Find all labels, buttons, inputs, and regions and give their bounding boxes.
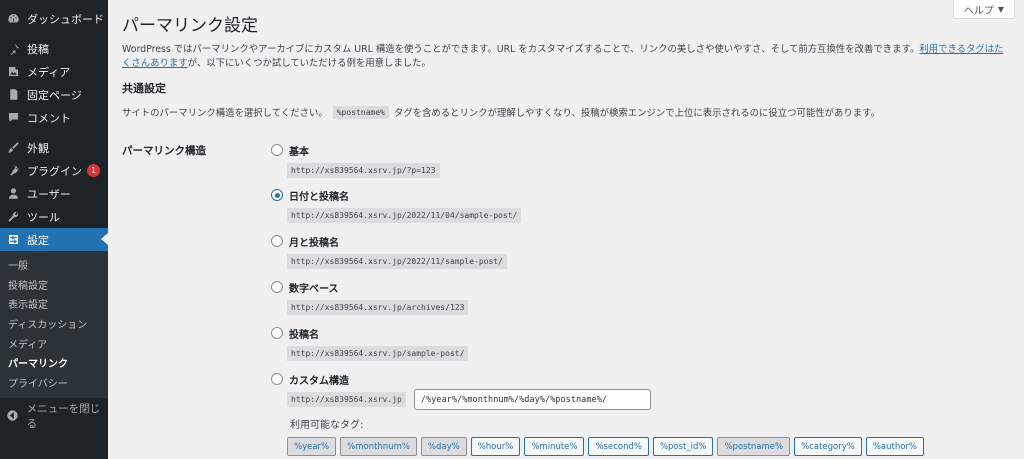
tag-postname-button[interactable]: %postname% (717, 437, 791, 456)
settings-submenu: 一般 投稿設定 表示設定 ディスカッション メディア パーマリンク プライバシー (0, 251, 108, 399)
option-numeric: 数字ベース http://xs839564.xsrv.jp/archives/1… (271, 280, 469, 315)
custom-structure-row: http://xs839564.xsrv.jp (287, 389, 651, 410)
option-label: カスタム構造 (289, 375, 349, 387)
permalink-structure-label: パーマリンク構造 (122, 145, 206, 157)
sidebar-item-label: プラグイン (27, 164, 82, 178)
sidebar-item-label: ツール (27, 210, 60, 224)
custom-url-prefix: http://xs839564.xsrv.jp (287, 392, 406, 407)
tag-hour-button[interactable]: %hour% (470, 437, 521, 456)
sidebar-item-label: ユーザー (27, 187, 71, 201)
caret-down-icon: ▼ (997, 4, 1005, 14)
main-content: ヘルプ ▼ パーマリンク設定 WordPress ではパーマリンクやアーカイブに… (108, 0, 1024, 459)
dashboard-icon (6, 12, 20, 26)
settings-icon (6, 233, 20, 247)
radio-custom[interactable] (271, 373, 283, 385)
radio-numeric[interactable] (271, 281, 283, 293)
intro-text: WordPress ではパーマリンクやアーカイブにカスタム URL 構造を使うこ… (122, 43, 1012, 71)
desc-after: タグを含めるとリンクが理解しやすくなり、投稿が検索エンジンで上位に表示されるのに… (393, 108, 880, 119)
tag-post-id-button[interactable]: %post_id% (652, 437, 714, 456)
sidebar-item-plugins[interactable]: プラグイン 1 (0, 159, 108, 182)
sidebar-item-posts[interactable]: 投稿 (0, 37, 108, 60)
radio-plain[interactable] (271, 144, 283, 156)
option-month-name: 月と投稿名 http://xs839564.xsrv.jp/2022/11/sa… (271, 234, 507, 269)
sidebar-item-label: ダッシュボード (27, 12, 104, 26)
sidebar-item-label: 投稿 (27, 42, 49, 56)
option-example: http://xs839564.xsrv.jp/archives/123 (287, 300, 469, 315)
tag-day-button[interactable]: %day% (420, 437, 467, 456)
tag-minute-button[interactable]: %minute% (524, 437, 585, 456)
tag-year-button[interactable]: %year% (287, 437, 337, 456)
admin-sidebar: ダッシュボード 投稿 メディア 固定ページ コメント 外観 プラグイン 1 ユー… (0, 0, 108, 459)
submenu-item-general[interactable]: 一般 (0, 255, 108, 275)
submenu-item-privacy[interactable]: プライバシー (0, 373, 108, 393)
option-example: http://xs839564.xsrv.jp/2022/11/04/sampl… (287, 208, 522, 223)
sidebar-item-label: 設定 (27, 233, 49, 247)
tag-category-button[interactable]: %category% (794, 437, 862, 456)
common-settings-title: 共通設定 (122, 82, 166, 95)
option-plain: 基本 http://xs839564.xsrv.jp/?p=123 (271, 143, 440, 178)
option-example: http://xs839564.xsrv.jp/sample-post/ (287, 346, 469, 361)
media-icon (6, 65, 20, 79)
sidebar-item-pages[interactable]: 固定ページ (0, 83, 108, 106)
comment-icon (6, 111, 20, 125)
option-label: 基本 (289, 146, 309, 158)
sidebar-item-label: 固定ページ (27, 88, 82, 102)
wrench-icon (6, 210, 20, 224)
available-tags-label: 利用可能なタグ: (290, 420, 364, 431)
option-post-name: 投稿名 http://xs839564.xsrv.jp/sample-post/ (271, 326, 469, 361)
submenu-item-writing[interactable]: 投稿設定 (0, 275, 108, 295)
user-icon (6, 187, 20, 201)
plugin-icon (6, 164, 20, 178)
desc-before: サイトのパーマリンク構造を選択してください。 (122, 108, 328, 119)
sidebar-item-comments[interactable]: コメント (0, 106, 108, 129)
postname-code: %postname% (332, 105, 389, 119)
sidebar-item-label: コメント (27, 111, 71, 125)
sidebar-item-media[interactable]: メディア (0, 60, 108, 83)
pin-icon (6, 42, 20, 56)
option-label: 投稿名 (289, 329, 319, 341)
option-custom: カスタム構造 (271, 372, 349, 387)
sidebar-item-label: 外観 (27, 141, 49, 155)
option-example: http://xs839564.xsrv.jp/2022/11/sample-p… (287, 254, 507, 269)
sidebar-item-settings[interactable]: 設定 (0, 228, 108, 251)
intro-text-part1: WordPress ではパーマリンクやアーカイブにカスタム URL 構造を使うこ… (122, 44, 920, 55)
plugin-update-badge: 1 (87, 164, 100, 177)
option-example: http://xs839564.xsrv.jp/?p=123 (287, 163, 440, 178)
available-tags: %year% %monthnum% %day% %hour% %minute% … (287, 437, 928, 456)
help-button[interactable]: ヘルプ ▼ (953, 0, 1015, 19)
option-label: 数字ベース (289, 283, 339, 295)
collapse-label: メニューを閉じる (26, 403, 101, 431)
intro-text-part2: が、以下にいくつか試していただける例を用意しました。 (187, 58, 431, 69)
submenu-item-discussion[interactable]: ディスカッション (0, 314, 108, 334)
common-settings-description: サイトのパーマリンク構造を選択してください。 %postname% タグを含める… (122, 105, 880, 119)
sidebar-item-users[interactable]: ユーザー (0, 182, 108, 205)
tag-author-button[interactable]: %author% (865, 437, 924, 456)
sidebar-item-dashboard[interactable]: ダッシュボード (0, 7, 108, 30)
custom-structure-input[interactable] (413, 389, 651, 410)
option-label: 日付と投稿名 (289, 191, 349, 203)
sidebar-item-label: メディア (27, 65, 71, 79)
submenu-item-media[interactable]: メディア (0, 333, 108, 353)
radio-day-name[interactable] (271, 189, 283, 201)
page-title: パーマリンク設定 (122, 16, 258, 36)
tag-monthnum-button[interactable]: %monthnum% (340, 437, 417, 456)
collapse-arrow-icon (6, 409, 20, 423)
radio-month-name[interactable] (271, 235, 283, 247)
tag-second-button[interactable]: %second% (588, 437, 649, 456)
submenu-item-permalinks[interactable]: パーマリンク (0, 353, 108, 373)
option-day-name: 日付と投稿名 http://xs839564.xsrv.jp/2022/11/0… (271, 188, 522, 223)
page-icon (6, 88, 20, 102)
option-label: 月と投稿名 (289, 237, 339, 249)
sidebar-item-tools[interactable]: ツール (0, 205, 108, 228)
brush-icon (6, 141, 20, 155)
help-label: ヘルプ (963, 5, 994, 17)
submenu-item-reading[interactable]: 表示設定 (0, 294, 108, 314)
collapse-menu-button[interactable]: メニューを閉じる (0, 403, 108, 430)
radio-post-name[interactable] (271, 327, 283, 339)
sidebar-item-appearance[interactable]: 外観 (0, 136, 108, 159)
